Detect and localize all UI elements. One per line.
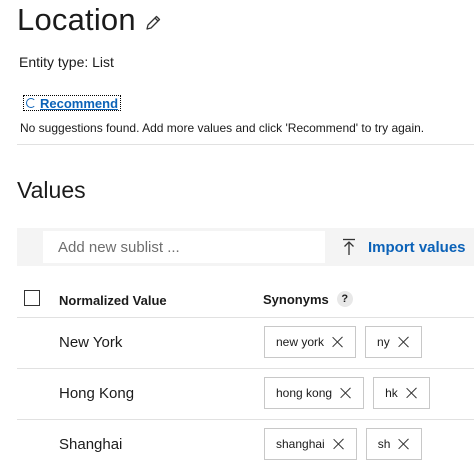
synonym-chip: sh (365, 428, 423, 460)
refresh-icon (26, 98, 36, 108)
normalized-value: Hong Kong (59, 385, 135, 402)
synonym-chip: hong kong (264, 377, 365, 409)
synonym-chip: hk (373, 377, 430, 409)
edit-pencil-icon[interactable] (144, 14, 162, 32)
remove-icon[interactable] (398, 438, 410, 450)
synonym-chips: new york ny (264, 326, 422, 358)
synonym-chips: shanghai sh (264, 428, 423, 460)
entity-type-label: Entity type: List (19, 54, 114, 70)
page-title: Location (17, 2, 136, 37)
remove-icon[interactable] (406, 387, 418, 399)
select-all-checkbox[interactable] (24, 290, 40, 306)
column-header-normalized-value: Normalized Value (59, 293, 167, 308)
title-row: Location (17, 2, 162, 38)
import-icon (343, 238, 355, 255)
synonym-text: ny (377, 335, 390, 349)
synonym-text: new york (276, 335, 325, 349)
table-row: New York new york ny (17, 318, 474, 369)
column-header-synonyms: Synonyms ? (263, 291, 353, 307)
normalized-value: New York (59, 334, 123, 351)
normalized-value: Shanghai (59, 436, 123, 453)
synonym-chip: new york (264, 326, 357, 358)
table-row: Hong Kong hong kong hk (17, 369, 474, 420)
values-toolbar: Import values (17, 228, 474, 266)
values-heading: Values (17, 177, 86, 203)
synonym-text: hk (385, 386, 398, 400)
no-suggestions-message: No suggestions found. Add more values an… (20, 121, 425, 135)
column-header-synonyms-label: Synonyms (263, 291, 329, 307)
synonym-text: hong kong (276, 386, 333, 400)
import-values-button[interactable]: Import values (342, 228, 466, 266)
remove-icon[interactable] (332, 336, 344, 348)
synonym-text: sh (377, 437, 391, 451)
table-row: Shanghai shanghai sh (17, 420, 474, 468)
recommend-button-label: Recommend (40, 95, 119, 111)
synonym-chip: shanghai (264, 428, 357, 460)
remove-icon[interactable] (333, 438, 345, 450)
help-icon[interactable]: ? (336, 291, 353, 307)
synonym-text: shanghai (276, 437, 325, 451)
remove-icon[interactable] (340, 387, 352, 399)
remove-icon[interactable] (398, 336, 410, 348)
recommend-button[interactable]: Recommend (23, 95, 122, 111)
add-sublist-input[interactable] (43, 231, 325, 263)
values-table-header: Normalized Value Synonyms ? (17, 280, 474, 318)
section-divider (17, 144, 474, 145)
import-values-label: Import values (368, 238, 466, 256)
synonym-chips: hong kong hk (264, 377, 430, 409)
synonym-chip: ny (365, 326, 422, 358)
